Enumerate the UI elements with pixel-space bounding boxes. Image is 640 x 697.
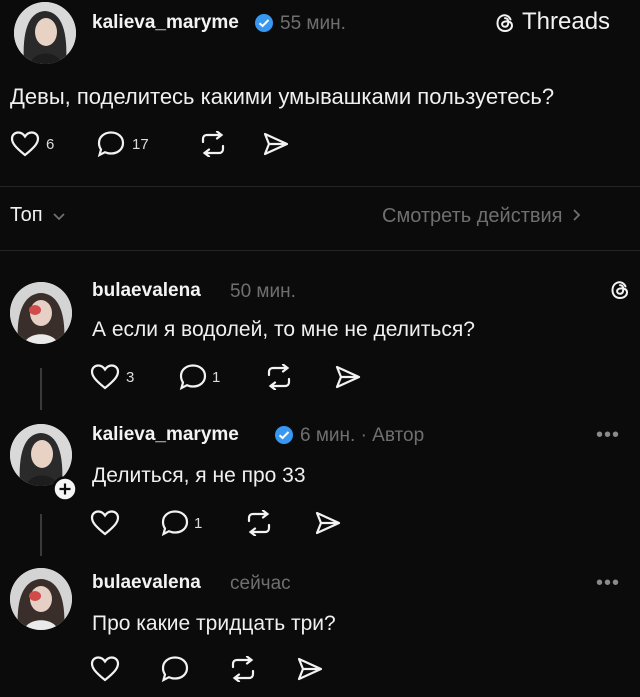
post-author-avatar[interactable] (14, 2, 76, 64)
comment-text: А если я водолей, то мне не делиться? (92, 318, 475, 341)
comment-icon[interactable] (160, 509, 190, 537)
filter-divider (0, 250, 640, 251)
comment-time: сейчас (230, 573, 291, 594)
comment-reply-count: 1 (194, 515, 203, 532)
comment-avatar[interactable] (10, 568, 72, 630)
comment-like-count: 3 (126, 369, 135, 386)
chevron-down-icon (52, 212, 66, 222)
verified-badge-icon (274, 425, 294, 445)
threads-logo-icon[interactable] (493, 11, 517, 35)
comment-icon[interactable] (96, 130, 126, 158)
comment-text: Делиться, я не про 33 (92, 464, 306, 487)
threads-logo-icon[interactable] (608, 278, 632, 302)
comment-icon[interactable] (178, 363, 208, 391)
view-activity-label: Смотреть действия (382, 205, 563, 227)
repost-icon[interactable] (264, 364, 294, 390)
chevron-right-icon (572, 208, 582, 222)
post-text: Девы, поделитесь какими умывашками польз… (10, 84, 555, 109)
thread-line (40, 514, 42, 556)
verified-badge-icon (254, 13, 274, 33)
comment-reply-count: 1 (212, 369, 221, 386)
post-time: 55 мин. (280, 13, 346, 34)
heart-icon[interactable] (90, 656, 120, 682)
send-icon[interactable] (296, 656, 324, 682)
comment-icon[interactable] (160, 655, 190, 683)
comment-author-name[interactable]: bulaevalena (92, 572, 201, 594)
post-author-name[interactable]: kalieva_maryme (92, 12, 239, 34)
send-icon[interactable] (314, 510, 342, 536)
post-divider (0, 186, 640, 187)
view-activity-link[interactable]: Смотреть действия (382, 205, 581, 228)
more-icon[interactable]: ••• (596, 424, 620, 447)
sort-dropdown[interactable]: Топ (10, 204, 65, 227)
more-icon[interactable]: ••• (596, 572, 620, 595)
repost-icon[interactable] (244, 510, 274, 536)
comment-avatar[interactable] (10, 282, 72, 344)
comment-author-name[interactable]: kalieva_maryme (92, 424, 239, 446)
threads-label[interactable]: Threads (522, 8, 610, 36)
heart-icon[interactable] (90, 364, 120, 390)
comment-text: Про какие тридцать три? (92, 612, 336, 635)
comment-time: 6 мин. · Автор (300, 425, 425, 446)
plus-icon[interactable] (52, 476, 78, 502)
heart-icon[interactable] (10, 131, 40, 157)
comment-author-name[interactable]: bulaevalena (92, 280, 201, 302)
comment-time: 50 мин. (230, 281, 296, 302)
sort-label: Топ (10, 204, 43, 226)
post-like-count: 6 (46, 136, 55, 153)
send-icon[interactable] (334, 364, 362, 390)
heart-icon[interactable] (90, 510, 120, 536)
send-icon[interactable] (262, 131, 290, 157)
thread-line (40, 368, 42, 410)
repost-icon[interactable] (228, 656, 258, 682)
post-reply-count: 17 (132, 136, 149, 153)
repost-icon[interactable] (198, 131, 228, 157)
